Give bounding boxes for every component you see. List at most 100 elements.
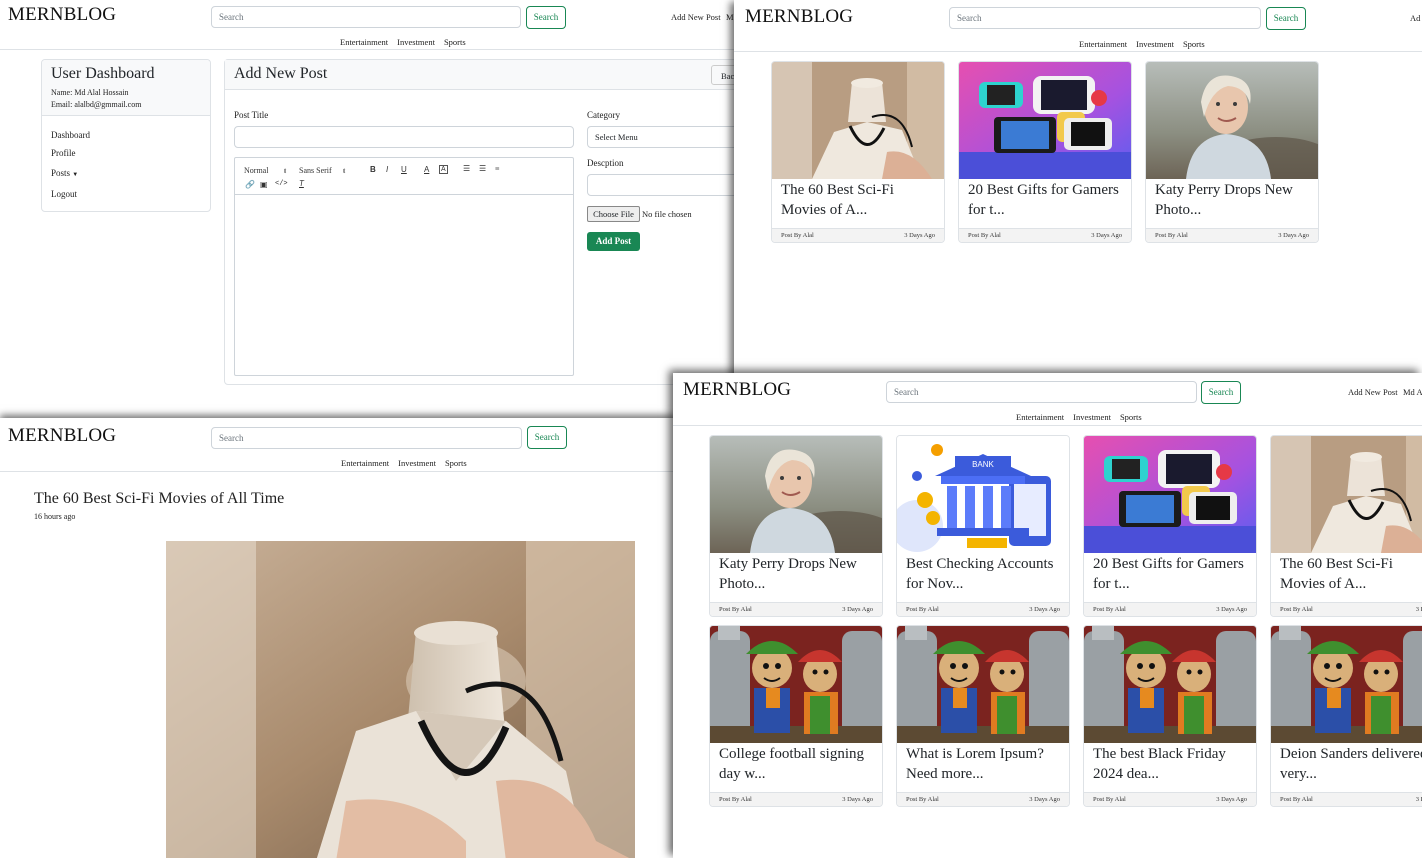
- post-card[interactable]: 20 Best Gifts for Gamers for t... Post By…: [958, 61, 1132, 243]
- font-select[interactable]: Sans Serif ⇕: [299, 166, 347, 175]
- brand-logo[interactable]: MERNBLOG: [8, 425, 116, 447]
- link-icon[interactable]: 🔗: [245, 180, 255, 189]
- add-new-post-link[interactable]: Add New Post: [1348, 387, 1398, 397]
- post-date: 3 Days Ago: [1091, 232, 1122, 239]
- post-title[interactable]: Deion Sanders delivered a very...: [1280, 745, 1422, 784]
- post-date: 3 Days Ago: [842, 796, 873, 803]
- sidebar-item-profile[interactable]: Profile: [51, 148, 76, 158]
- category-investment[interactable]: Investment: [397, 37, 435, 47]
- text-color-button[interactable]: A: [424, 165, 429, 174]
- description-input[interactable]: [587, 174, 736, 196]
- post-title[interactable]: The best Black Friday 2024 dea...: [1093, 745, 1251, 784]
- category-sports[interactable]: Sports: [1120, 412, 1142, 422]
- sidebar-item-logout[interactable]: Logout: [51, 189, 77, 199]
- category-investment[interactable]: Investment: [1073, 412, 1111, 422]
- post-title[interactable]: The 60 Best Sci-Fi Movies of A...: [1280, 555, 1422, 594]
- post-title[interactable]: The 60 Best Sci-Fi Movies of A...: [781, 181, 939, 220]
- post-title[interactable]: College football signing day w...: [719, 745, 877, 784]
- post-card[interactable]: The best Black Friday 2024 dea... Post By…: [1083, 625, 1257, 807]
- post-thumbnail[interactable]: [897, 626, 1069, 743]
- category-entertainment[interactable]: Entertainment: [1079, 39, 1127, 49]
- search-button[interactable]: Search: [526, 6, 566, 29]
- post-title-input[interactable]: [234, 126, 574, 148]
- rich-text-editor[interactable]: Normal ⇕ Sans Serif ⇕ B I U A A ☰ ☰ ≡ 🔗 …: [234, 157, 574, 376]
- choose-file-button[interactable]: Choose File: [587, 206, 640, 222]
- post-thumbnail[interactable]: [1271, 626, 1422, 743]
- background-color-button[interactable]: A: [439, 165, 448, 174]
- format-select[interactable]: Normal ⇕: [244, 166, 287, 175]
- category-select[interactable]: Select Menu: [587, 126, 736, 148]
- add-new-post-link[interactable]: Add New Post: [671, 12, 721, 22]
- post-thumbnail[interactable]: [1084, 626, 1256, 743]
- post-footer: Post By Alal 3 Days Ago: [1084, 792, 1256, 806]
- brand-logo[interactable]: MERNBLOG: [8, 4, 116, 26]
- post-card[interactable]: The 60 Best Sci-Fi Movies of A... Post By…: [771, 61, 945, 243]
- category-investment[interactable]: Investment: [398, 458, 436, 468]
- post-card[interactable]: The 60 Best Sci-Fi Movies of A... Post By…: [1270, 435, 1422, 617]
- category-investment[interactable]: Investment: [1136, 39, 1174, 49]
- search-button[interactable]: Search: [527, 426, 567, 449]
- align-icon[interactable]: ≡: [495, 164, 500, 173]
- header-divider: [0, 49, 736, 50]
- search-input[interactable]: Search: [211, 427, 522, 449]
- brand-logo[interactable]: MERNBLOG: [683, 379, 791, 401]
- post-card[interactable]: Katy Perry Drops New Photo... Post By Ala…: [709, 435, 883, 617]
- bold-button[interactable]: B: [370, 165, 376, 174]
- post-title[interactable]: 20 Best Gifts for Gamers for t...: [1093, 555, 1251, 594]
- post-thumbnail[interactable]: [959, 62, 1131, 179]
- user-menu-link[interactable]: Md A: [1403, 387, 1422, 397]
- category-sports[interactable]: Sports: [444, 37, 466, 47]
- post-title[interactable]: 20 Best Gifts for Gamers for t...: [968, 181, 1126, 220]
- ordered-list-icon[interactable]: ☰: [463, 164, 470, 173]
- image-icon[interactable]: ▣: [260, 180, 268, 189]
- code-icon[interactable]: </>: [275, 180, 288, 188]
- post-thumbnail[interactable]: [710, 626, 882, 743]
- category-sports[interactable]: Sports: [445, 458, 467, 468]
- post-card[interactable]: College football signing day w... Post By…: [709, 625, 883, 807]
- post-thumbnail[interactable]: [772, 62, 944, 179]
- post-thumbnail[interactable]: [1271, 436, 1422, 553]
- post-card[interactable]: BANK Best Checking Accounts for Nov... Pos…: [896, 435, 1070, 617]
- category-entertainment[interactable]: Entertainment: [340, 37, 388, 47]
- post-author: Post By Alal: [906, 796, 939, 803]
- category-entertainment[interactable]: Entertainment: [341, 458, 389, 468]
- posts-label: Posts: [51, 168, 71, 178]
- search-button[interactable]: Search: [1201, 381, 1241, 404]
- brand-logo[interactable]: MERNBLOG: [745, 6, 853, 28]
- add-post-button[interactable]: Add Post: [587, 232, 640, 251]
- post-thumbnail[interactable]: [1146, 62, 1318, 179]
- sidebar-item-dashboard[interactable]: Dashboard: [51, 130, 90, 140]
- search-button[interactable]: Search: [1266, 7, 1306, 30]
- post-thumbnail[interactable]: [1084, 436, 1256, 553]
- post-title[interactable]: Katy Perry Drops New Photo...: [719, 555, 877, 594]
- post-footer: Post By Alal 3 Days Ago: [1146, 228, 1318, 242]
- search-input[interactable]: Search: [211, 6, 521, 28]
- italic-button[interactable]: I: [386, 165, 388, 174]
- post-card[interactable]: Deion Sanders delivered a very... Post By…: [1270, 625, 1422, 807]
- user-menu-link[interactable]: M: [726, 12, 734, 22]
- sidebar-item-posts[interactable]: Posts ▼: [51, 168, 78, 178]
- post-card[interactable]: Katy Perry Drops New Photo... Post By Ala…: [1145, 61, 1319, 243]
- post-title[interactable]: What is Lorem Ipsum? Need more...: [906, 745, 1064, 784]
- no-file-text: No file chosen: [642, 209, 692, 219]
- post-author: Post By Alal: [968, 232, 1001, 239]
- post-title[interactable]: Best Checking Accounts for Nov...: [906, 555, 1064, 594]
- header-divider: [673, 425, 1422, 426]
- category-sports[interactable]: Sports: [1183, 39, 1205, 49]
- post-date: 3 Days Ago: [1029, 796, 1060, 803]
- post-card[interactable]: 20 Best Gifts for Gamers for t... Post By…: [1083, 435, 1257, 617]
- category-entertainment[interactable]: Entertainment: [1016, 412, 1064, 422]
- post-thumbnail[interactable]: [710, 436, 882, 553]
- post-title[interactable]: Katy Perry Drops New Photo...: [1155, 181, 1313, 220]
- add-new-post-link[interactable]: Ad: [1410, 13, 1420, 23]
- clear-format-button[interactable]: T: [299, 179, 304, 188]
- bullet-list-icon[interactable]: ☰: [479, 164, 486, 173]
- post-thumbnail[interactable]: BANK: [897, 436, 1069, 553]
- post-card[interactable]: What is Lorem Ipsum? Need more... Post By…: [896, 625, 1070, 807]
- description-label: Descption: [587, 158, 624, 168]
- search-input[interactable]: Search: [949, 7, 1261, 29]
- post-footer: Post By Alal 3 Days Ago: [1084, 602, 1256, 616]
- underline-button[interactable]: U: [401, 165, 407, 174]
- search-input[interactable]: Search: [886, 381, 1197, 403]
- back-button[interactable]: Bac: [711, 65, 736, 85]
